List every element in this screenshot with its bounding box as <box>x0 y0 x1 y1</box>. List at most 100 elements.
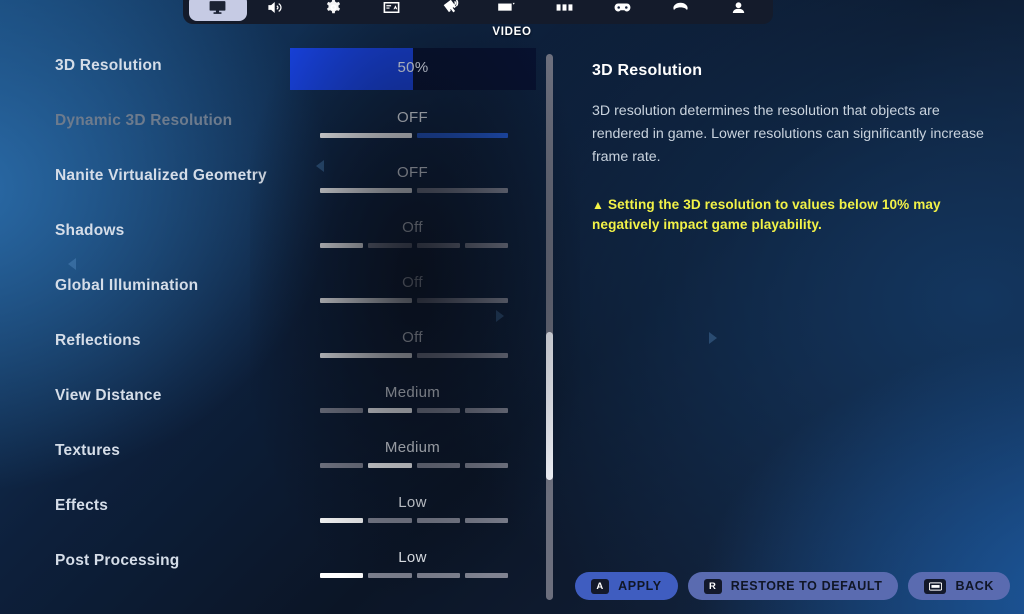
setting-segment[interactable] <box>416 243 460 248</box>
detail-description: 3D resolution determines the resolution … <box>592 103 984 165</box>
setting-value: Low <box>398 549 427 566</box>
setting-segment-track[interactable] <box>320 463 508 468</box>
setting-row[interactable]: Post Processing Low <box>0 540 530 595</box>
settings-tabbar <box>183 0 773 24</box>
setting-value: Off <box>402 329 423 346</box>
setting-segment[interactable] <box>320 408 364 413</box>
tab-controller[interactable] <box>594 0 652 21</box>
setting-label: Dynamic 3D Resolution <box>55 112 233 129</box>
setting-segment[interactable] <box>416 298 508 303</box>
setting-label: Global Illumination <box>55 277 199 294</box>
setting-value: Medium <box>384 439 441 456</box>
setting-segment[interactable] <box>464 573 508 578</box>
detail-warning-text: Setting the 3D resolution to values belo… <box>592 197 941 232</box>
setting-value: Low <box>398 494 427 511</box>
setting-segment[interactable] <box>368 573 412 578</box>
hud-layout-icon <box>555 0 574 17</box>
footer-buttons: A APPLY R RESTORE TO DEFAULT BACK <box>570 572 1010 600</box>
setting-segment-track[interactable] <box>320 408 508 413</box>
tab-video[interactable] <box>189 0 247 21</box>
setting-row[interactable]: Shadows Off <box>0 210 530 265</box>
setting-segment[interactable] <box>368 463 412 468</box>
setting-segment[interactable] <box>320 573 364 578</box>
tab-audio[interactable] <box>247 0 305 21</box>
setting-segment-track[interactable] <box>320 573 508 578</box>
setting-value: OFF <box>397 109 428 126</box>
settings-scrollbar[interactable] <box>546 54 553 600</box>
setting-row[interactable]: Nanite Virtualized Geometry OFF <box>0 155 530 210</box>
setting-segment[interactable] <box>368 518 412 523</box>
setting-segment-track[interactable] <box>320 298 508 303</box>
setting-row[interactable]: Effects Low <box>0 485 530 540</box>
setting-detail-panel: 3D Resolution 3D resolution determines t… <box>592 62 992 235</box>
setting-segment-track[interactable] <box>320 188 508 193</box>
setting-segment[interactable] <box>416 518 460 523</box>
setting-value: Off <box>402 274 423 291</box>
setting-segment-track[interactable] <box>320 133 508 138</box>
setting-row[interactable]: Dynamic 3D Resolution OFF <box>0 100 530 155</box>
setting-segment[interactable] <box>368 243 412 248</box>
active-tab-label: VIDEO <box>492 26 532 38</box>
setting-segment-track[interactable] <box>320 353 508 358</box>
setting-segment[interactable] <box>464 463 508 468</box>
setting-label: 3D Resolution <box>55 57 162 74</box>
setting-segment[interactable] <box>416 188 508 193</box>
account-icon <box>729 0 748 17</box>
setting-segment[interactable] <box>464 243 508 248</box>
setting-segment[interactable] <box>320 463 364 468</box>
setting-label: Nanite Virtualized Geometry <box>55 167 267 184</box>
button-label: APPLY <box>618 579 662 593</box>
setting-label: Textures <box>55 442 121 459</box>
setting-segment[interactable] <box>416 573 460 578</box>
setting-segment[interactable] <box>464 408 508 413</box>
setting-value: Medium <box>384 384 441 401</box>
setting-row[interactable]: View Distance Medium <box>0 375 530 430</box>
subtitles-icon <box>382 0 401 17</box>
setting-segment[interactable] <box>320 243 364 248</box>
setting-label: Reflections <box>55 332 141 349</box>
caret-left-icon <box>68 258 76 270</box>
tab-keyboard[interactable] <box>478 0 536 21</box>
setting-segment[interactable] <box>368 408 412 413</box>
tab-subtitles[interactable] <box>362 0 420 21</box>
key-badge-a: A <box>591 578 610 594</box>
setting-segment[interactable] <box>320 298 412 303</box>
setting-label: Shadows <box>55 222 125 239</box>
tab-wheel[interactable] <box>651 0 709 21</box>
setting-row[interactable]: Global Illumination Off <box>0 265 530 320</box>
setting-label: View Distance <box>55 387 162 404</box>
controller-icon <box>613 0 632 17</box>
restore-to-default-button[interactable]: R RESTORE TO DEFAULT <box>687 572 899 600</box>
setting-row[interactable]: 3D Resolution 50% <box>0 45 536 100</box>
setting-segment[interactable] <box>320 133 412 138</box>
setting-segment[interactable] <box>464 518 508 523</box>
setting-label: Post Processing <box>55 552 180 569</box>
settings-screen: VIDEO 3D Resolution 50% Dynamic 3D Resolut… <box>0 0 1024 614</box>
apply-button[interactable]: A APPLY <box>575 572 678 600</box>
setting-segment[interactable] <box>320 353 412 358</box>
setting-row[interactable]: Textures Medium <box>0 430 530 485</box>
setting-segment[interactable] <box>416 133 508 138</box>
scrollbar-thumb[interactable] <box>546 332 553 480</box>
accessibility-icon <box>440 0 459 17</box>
setting-segment-track[interactable] <box>320 518 508 523</box>
button-label: RESTORE TO DEFAULT <box>730 579 883 593</box>
setting-segment[interactable] <box>320 518 364 523</box>
setting-row[interactable]: Reflections Off <box>0 320 530 375</box>
resolution-slider[interactable]: 50% <box>290 48 536 90</box>
tab-accessibility[interactable] <box>420 0 478 21</box>
tab-hud-layout[interactable] <box>536 0 594 21</box>
setting-segment[interactable] <box>416 408 460 413</box>
caret-left-icon <box>316 160 324 172</box>
caret-right-icon <box>496 310 504 322</box>
back-button[interactable]: BACK <box>908 572 1010 600</box>
key-badge-r: R <box>703 578 722 594</box>
tab-account[interactable] <box>709 0 767 21</box>
setting-segment[interactable] <box>416 353 508 358</box>
setting-segment[interactable] <box>320 188 412 193</box>
caret-right-icon <box>709 332 717 344</box>
setting-segment[interactable] <box>416 463 460 468</box>
setting-segment-track[interactable] <box>320 243 508 248</box>
settings-list: 3D Resolution 50% Dynamic 3D Resolution OFF… <box>0 45 560 614</box>
tab-game[interactable] <box>305 0 363 21</box>
